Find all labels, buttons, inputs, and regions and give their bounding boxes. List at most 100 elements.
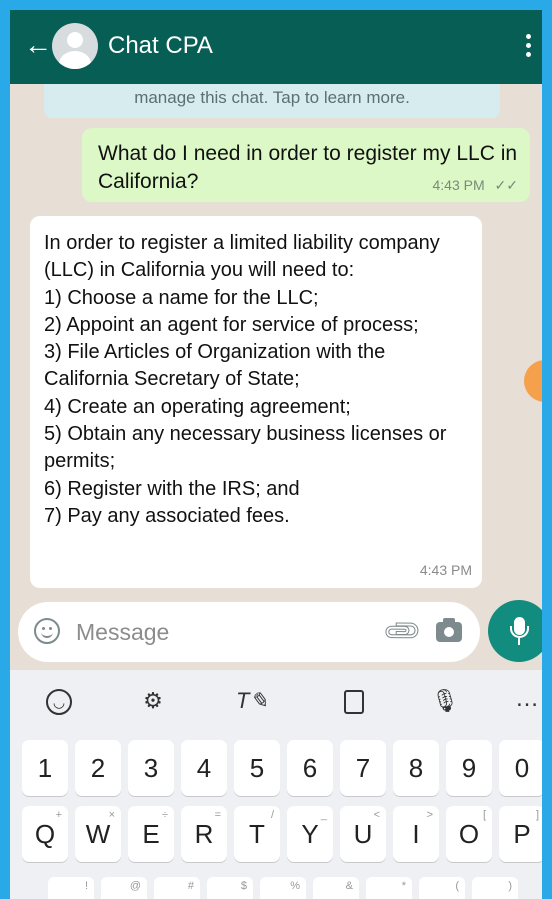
keyboard-toolbar: ◡ ⚙ T✎ 🎙︎ … [10,670,542,732]
message-time: 4:43 PM [419,562,472,578]
key-hint: < [373,809,380,821]
menu-dot [526,52,531,57]
key-hint: = [214,809,221,821]
key-hint: ! [84,880,88,892]
avatar-head [67,32,83,48]
back-arrow-icon[interactable]: ← [24,31,52,59]
message-input-bar: Message 📎︎ [18,602,480,662]
key-label: 1 [37,753,53,783]
microphone-leg [518,638,520,645]
number-key-3[interactable]: 3 [128,740,174,796]
voice-input-icon[interactable]: 🎙︎ [430,686,460,716]
key-label: W [85,819,111,849]
letter-key-o[interactable]: O[ [446,806,492,862]
key-label: I [412,819,420,849]
key-label: 0 [514,753,530,783]
letter-key-i[interactable]: I > [393,806,439,862]
letter-key-t[interactable]: T / [234,806,280,862]
key-hint: + [55,809,62,821]
key-label: 7 [355,753,371,783]
partial-key[interactable]: ( [419,877,465,899]
letter-row: Q + W × E ÷ R = T / Y _ U < I > O[P] [10,806,542,868]
menu-dot [526,34,531,39]
key-label: 3 [143,753,159,783]
key-label: O [458,819,480,849]
partial-key[interactable]: # [154,877,200,899]
letter-key-p[interactable]: P] [499,806,542,862]
key-hint: ÷ [161,809,168,821]
letter-key-u[interactable]: U < [340,806,386,862]
number-row: 1 2 3 4 5 6 7 8 9 0 [10,740,542,802]
more-tools-icon[interactable]: … [512,686,542,716]
key-hint: ] [535,809,539,821]
message-input[interactable]: Message [76,619,169,646]
incoming-message[interactable]: In order to register a limited liability… [30,216,482,588]
floating-overlay-tab[interactable] [524,360,542,402]
key-label: Q [34,819,56,849]
menu-dot [526,43,531,48]
key-hint: > [426,809,433,821]
letter-key-y[interactable]: Y _ [287,806,333,862]
partial-key[interactable]: * [366,877,412,899]
number-key-0[interactable]: 0 [499,740,542,796]
avatar[interactable] [52,23,98,69]
key-label: 6 [302,753,318,783]
number-key-7[interactable]: 7 [340,740,386,796]
partial-key[interactable]: $ [207,877,253,899]
chat-header: ← Chat CPA [10,10,542,84]
incoming-message-text: In order to register a limited liability… [44,232,447,527]
number-key-4[interactable]: 4 [181,740,227,796]
key-hint: & [345,880,353,892]
partial-key[interactable]: @ [101,877,147,899]
key-hint: × [108,809,115,821]
number-key-9[interactable]: 9 [446,740,492,796]
more-options-icon[interactable] [526,34,532,61]
key-label: 5 [249,753,265,783]
key-label: 8 [408,753,424,783]
key-hint: ) [508,880,512,892]
partial-key[interactable]: ) [472,877,518,899]
number-key-6[interactable]: 6 [287,740,333,796]
number-key-1[interactable]: 1 [22,740,68,796]
microphone-stand [510,626,529,638]
handwriting-icon[interactable]: T✎ [236,686,268,716]
key-label: 4 [196,753,212,783]
contact-name[interactable]: Chat CPA [108,32,213,60]
key-label: E [142,819,160,849]
letter-key-r[interactable]: R = [181,806,227,862]
avatar-body [59,51,91,69]
key-label: R [194,819,214,849]
partial-key[interactable]: % [260,877,306,899]
number-key-8[interactable]: 8 [393,740,439,796]
key-hint: * [401,880,406,892]
settings-gear-icon[interactable]: ⚙ [138,686,168,716]
letter-key-q[interactable]: Q + [22,806,68,862]
key-hint: / [270,809,274,821]
key-label: P [513,819,531,849]
outgoing-message[interactable]: What do I need in order to register my L… [82,128,530,202]
voice-message-button[interactable] [488,600,542,662]
key-label: U [353,819,373,849]
key-hint: ( [455,880,459,892]
partial-key[interactable]: & [313,877,359,899]
letter-key-w[interactable]: W × [75,806,121,862]
partial-key[interactable]: ! [48,877,94,899]
key-hint: [ [482,809,486,821]
number-key-2[interactable]: 2 [75,740,121,796]
key-hint: $ [240,880,247,892]
key-hint: @ [129,880,141,892]
attach-icon[interactable]: 📎︎ [380,609,425,654]
camera-icon[interactable] [436,618,462,642]
phone-screen: ← Chat CPA manage this chat. Tap to lear… [10,10,542,899]
key-label: Y [301,819,319,849]
encryption-notice[interactable]: manage this chat. Tap to learn more. [44,84,500,118]
key-label: 2 [90,753,106,783]
clipboard-icon[interactable] [344,686,374,716]
double-check-icon: ✓✓ [494,177,518,193]
letter-key-e[interactable]: E ÷ [128,806,174,862]
emoji-icon[interactable] [34,618,60,644]
emoji-keyboard-icon[interactable]: ◡ [46,689,72,715]
key-label: T [249,819,265,849]
number-key-5[interactable]: 5 [234,740,280,796]
key-hint: % [290,880,300,892]
